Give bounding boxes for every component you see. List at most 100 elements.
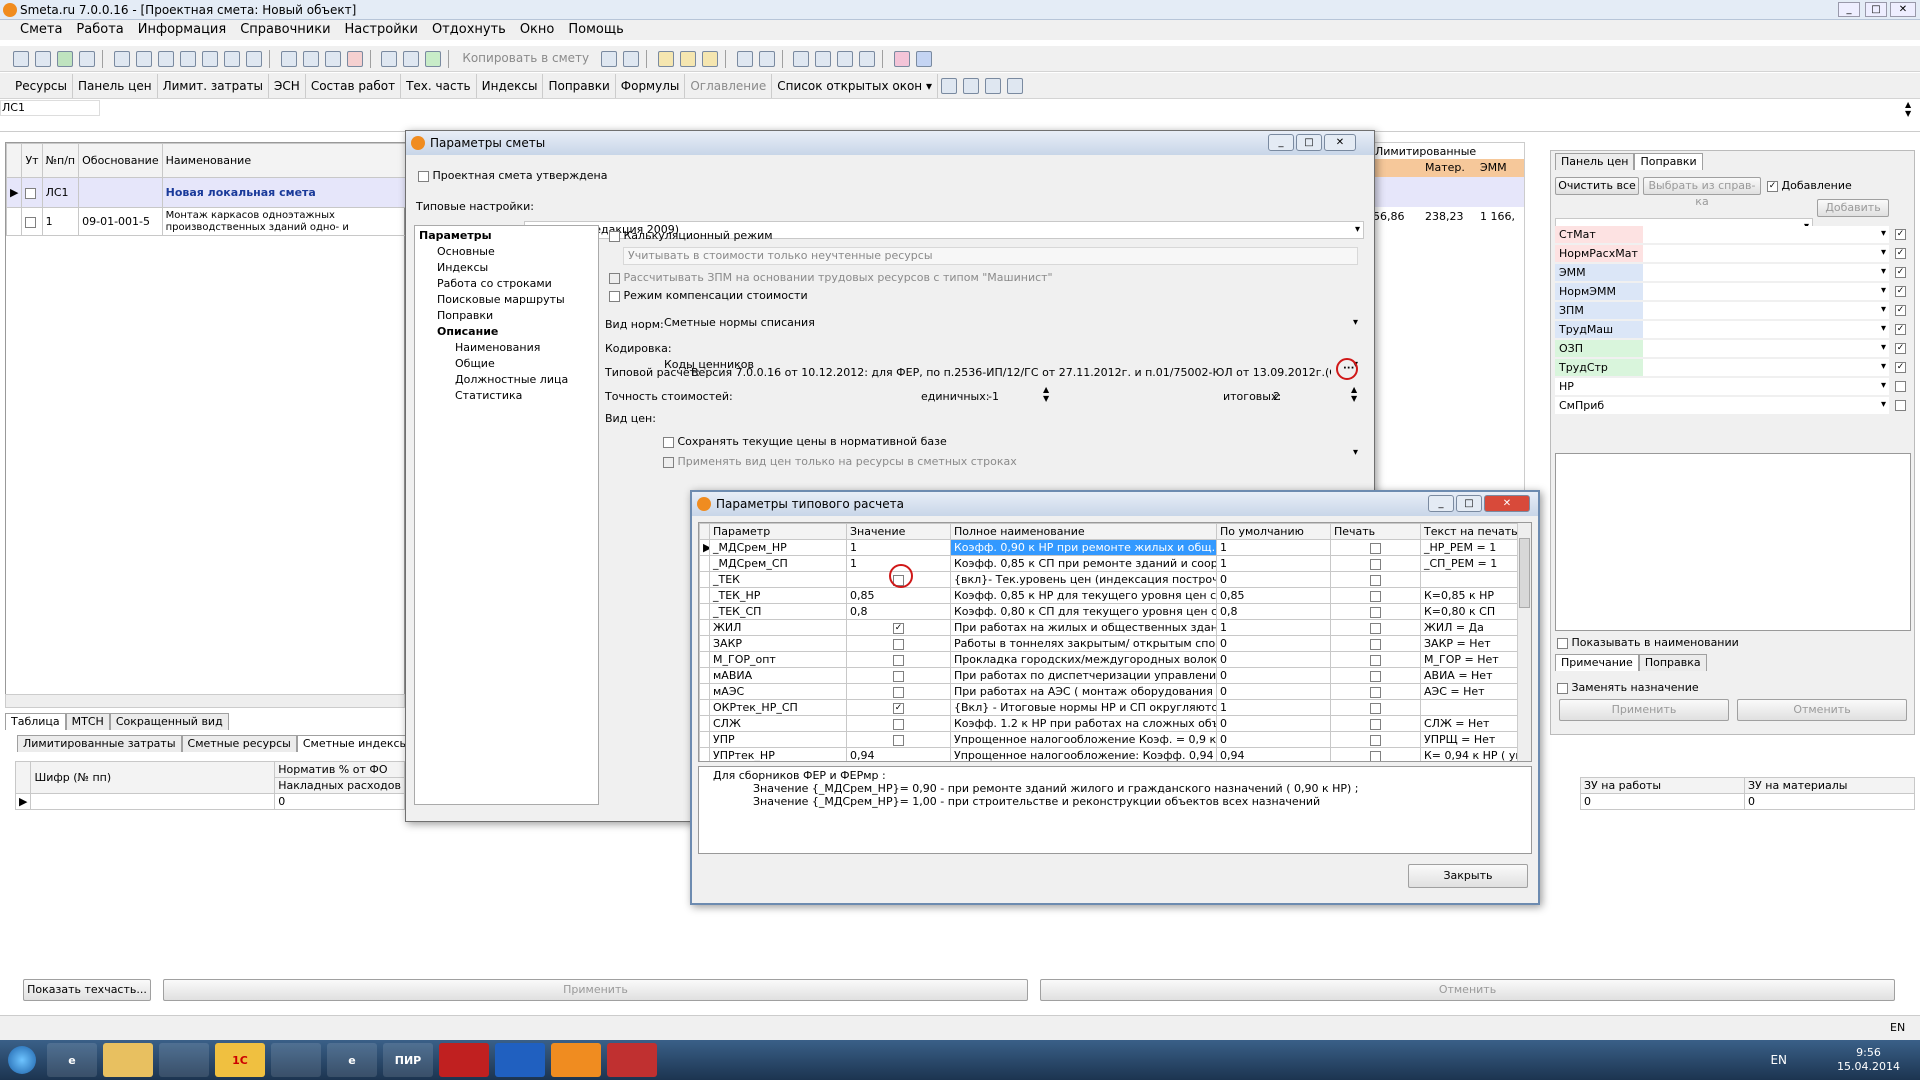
print-checkbox[interactable] — [1370, 542, 1381, 554]
tree-item[interactable]: Параметры — [419, 228, 594, 244]
correction-checkbox[interactable] — [1895, 400, 1906, 411]
panel-button[interactable]: ЭСН — [269, 73, 306, 98]
value-cell[interactable] — [846, 683, 951, 700]
paste-icon[interactable] — [324, 50, 341, 67]
value-cell[interactable]: 0,8 — [846, 603, 951, 620]
add-checkbox-label[interactable]: ✓ Добавление — [1767, 179, 1852, 192]
col-zu-materials[interactable]: ЗУ на материалы — [1744, 777, 1915, 794]
tree-item[interactable]: Наименования — [419, 340, 594, 356]
value-cell[interactable]: ✓ — [846, 619, 951, 636]
correction-row[interactable]: НР — [1555, 377, 1911, 396]
col-ut[interactable]: Ут — [21, 143, 43, 178]
refresh-icon[interactable] — [135, 50, 152, 67]
value-checkbox[interactable] — [893, 718, 904, 730]
table-row[interactable]: М_ГОР_опт Прокладка городских/междугородн… — [699, 651, 1520, 668]
correction-checkbox[interactable]: ✓ — [1895, 286, 1906, 297]
panel-cancel-button[interactable]: Отменить — [1737, 699, 1907, 721]
1c-icon[interactable]: 1С — [215, 1043, 265, 1077]
clock[interactable]: 9:56 15.04.2014 — [1837, 1046, 1900, 1074]
tree-item[interactable]: Описание — [419, 324, 594, 340]
indent-icon[interactable] — [201, 50, 218, 67]
correction-row[interactable]: ТрудСтр ✓ — [1555, 358, 1911, 377]
save-prices-checkbox[interactable]: Сохранять текущие цены в нормативной баз… — [663, 435, 947, 448]
table-row[interactable]: УПРтек_НР 0,94 Упрощенное налогообложение:… — [699, 747, 1520, 761]
close-icon[interactable]: ✕ — [1890, 2, 1916, 17]
correction-value-combo[interactable] — [1643, 226, 1889, 243]
print-checkbox[interactable] — [1370, 558, 1381, 570]
value-cell[interactable]: 0,94 — [846, 747, 951, 761]
vertical-scrollbar[interactable] — [1517, 523, 1531, 761]
close-icon[interactable]: ✕ — [1484, 495, 1530, 512]
correction-checkbox[interactable]: ✓ — [1895, 248, 1906, 259]
move-bottom-icon[interactable] — [859, 50, 876, 67]
minimize-icon[interactable]: _ — [1268, 134, 1294, 151]
ie-icon[interactable]: e — [47, 1043, 97, 1077]
print-checkbox[interactable] — [1370, 750, 1381, 761]
col-zu-works[interactable]: ЗУ на работы — [1580, 777, 1745, 794]
value-cell[interactable] — [846, 731, 951, 748]
add-icon[interactable] — [425, 50, 442, 67]
correction-checkbox[interactable]: ✓ — [1895, 229, 1906, 240]
print-checkbox[interactable] — [1370, 670, 1381, 682]
cell-zu-materials[interactable]: 0 — [1744, 793, 1915, 810]
table-row[interactable]: ▶_МДСрем_НР1Коэфф. 0,90 к НР при ремонте… — [699, 539, 1520, 556]
value-cell[interactable] — [846, 715, 951, 732]
panel-apply-button[interactable]: Применить — [1559, 699, 1729, 721]
apply-prices-checkbox[interactable]: Применять вид цен только на ресурсы в см… — [663, 455, 1017, 468]
table-row[interactable]: мАВИА При работах по диспетчеризации упра… — [699, 667, 1520, 684]
value-cell[interactable] — [846, 651, 951, 668]
correction-row[interactable]: ЭММ ✓ — [1555, 263, 1911, 282]
tab-note[interactable]: Примечание — [1555, 654, 1639, 671]
print-icon[interactable] — [736, 50, 753, 67]
show-in-name-checkbox[interactable]: Показывать в наименовании — [1557, 636, 1739, 649]
table-row[interactable]: мАЭС При работах на АЭС ( монтаж оборудов… — [699, 683, 1520, 700]
print-checkbox[interactable] — [1370, 686, 1381, 698]
total-precision-input[interactable]: 2 — [1273, 390, 1280, 403]
pdf-icon[interactable] — [439, 1043, 489, 1077]
correction-checkbox[interactable]: ✓ — [1895, 267, 1906, 278]
help-book-icon[interactable] — [916, 50, 933, 67]
unit-precision-input[interactable]: -1 — [988, 390, 999, 403]
unit-spin-icon[interactable]: ▲ ▼ — [1043, 385, 1049, 403]
col-header[interactable]: Значение — [846, 523, 951, 540]
tree-item[interactable]: Основные — [419, 244, 594, 260]
excel-icon[interactable] — [57, 50, 73, 67]
value-checkbox[interactable] — [893, 638, 904, 650]
value-checkbox[interactable] — [893, 734, 904, 746]
cell-overhead[interactable]: 0 — [274, 793, 405, 810]
save-icon[interactable] — [113, 50, 130, 67]
table-row[interactable]: ЗАКР Работы в тоннелях закрытым/ открытым… — [699, 635, 1520, 652]
correction-value-combo[interactable] — [1643, 378, 1889, 395]
cancel-button[interactable]: Отменить — [1040, 979, 1895, 1001]
correction-checkbox[interactable] — [1895, 381, 1906, 392]
panel-button[interactable]: Оглавление — [685, 73, 773, 98]
new-doc-icon[interactable] — [13, 50, 29, 67]
print-checkbox[interactable] — [1370, 734, 1381, 746]
correction-row[interactable]: ЗПМ ✓ — [1555, 301, 1911, 320]
zpm-checkbox[interactable]: Рассчитывать ЗПМ на основании трудовых р… — [609, 271, 1053, 284]
menu-item[interactable]: Информация — [138, 20, 226, 40]
books-icon[interactable] — [403, 50, 420, 67]
messenger-icon[interactable] — [271, 1043, 321, 1077]
value-checkbox[interactable]: ✓ — [893, 622, 904, 634]
value-checkbox[interactable]: ✓ — [893, 702, 904, 714]
panel-button[interactable]: Тех. часть — [401, 73, 477, 98]
redo-icon[interactable] — [179, 50, 196, 67]
total-spin-icon[interactable]: ▲ ▼ — [1351, 385, 1357, 403]
correction-checkbox[interactable]: ✓ — [1895, 305, 1906, 316]
correction-value-combo[interactable] — [1643, 283, 1889, 300]
minimize-icon[interactable]: _ — [1838, 2, 1860, 17]
close-button[interactable]: Закрыть — [1408, 864, 1528, 888]
col-mater[interactable]: Матер. — [1421, 159, 1476, 177]
calc-mode-checkbox[interactable]: Калькуляционный режим — [609, 229, 773, 242]
table-row[interactable]: 1 09-01-001-5 Монтаж каркасов одноэтажных … — [5, 207, 407, 236]
bus-icon[interactable] — [1007, 77, 1023, 94]
panel-button[interactable]: Ресурсы — [10, 73, 74, 98]
correction-checkbox[interactable]: ✓ — [1895, 343, 1906, 354]
tab-table[interactable]: Таблица — [5, 713, 66, 730]
tree-item[interactable]: Поправки — [419, 308, 594, 324]
print-checkbox[interactable] — [1370, 606, 1381, 618]
menu-item[interactable]: Настройки — [345, 20, 418, 40]
undo-icon[interactable] — [157, 50, 174, 67]
print2-icon[interactable] — [758, 50, 775, 67]
